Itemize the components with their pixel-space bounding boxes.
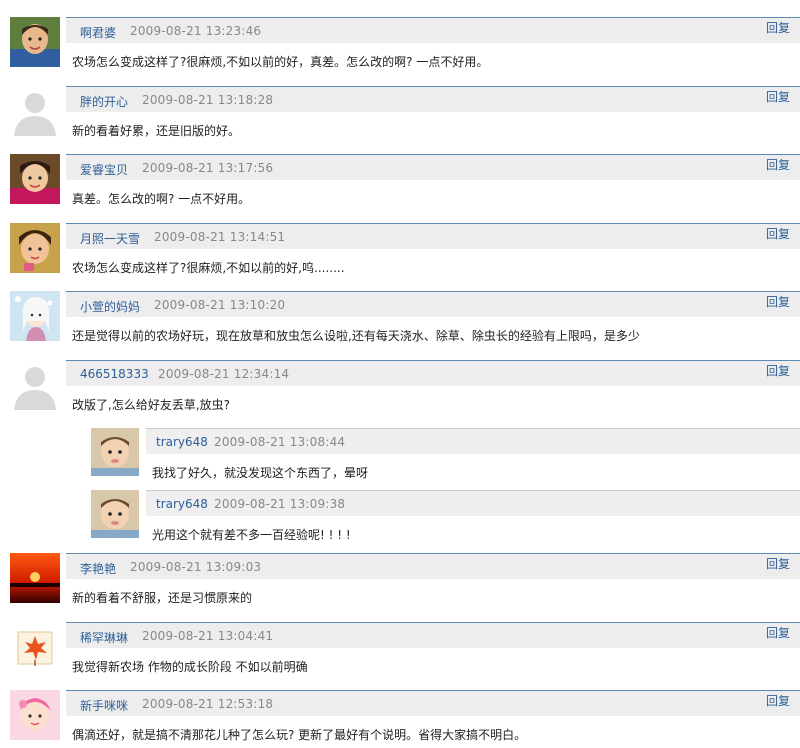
comment-text: 还是觉得以前的农场好玩，现在放草和放虫怎么设啦,还有每天浇水、除草、除虫长的经验… — [72, 329, 640, 343]
comment-text: 我觉得新农场 作物的成长阶段 不如以前明确 — [72, 660, 308, 674]
avatar[interactable] — [10, 360, 60, 410]
avatar[interactable] — [10, 291, 60, 341]
reply-link[interactable]: 回复 — [766, 362, 790, 379]
reply-link[interactable]: 回复 — [766, 692, 790, 709]
username-link[interactable]: trary648 — [156, 497, 208, 511]
avatar[interactable] — [91, 490, 139, 538]
avatar[interactable] — [10, 223, 60, 273]
comment-header: 稀罕琳琳 2009-08-21 13:04:41 回复 — [66, 622, 800, 648]
timestamp: 2009-08-21 13:18:28 — [142, 93, 274, 107]
avatar[interactable] — [10, 690, 60, 740]
avatar[interactable] — [10, 17, 60, 67]
comment-header: 月照一天雪 2009-08-21 13:14:51 回复 — [66, 223, 800, 249]
reply-link[interactable]: 回复 — [766, 555, 790, 572]
reply-link[interactable]: 回复 — [766, 293, 790, 310]
username-link[interactable]: 466518333 — [80, 367, 149, 381]
username-link[interactable]: 李艳艳 — [80, 560, 116, 577]
reply-header: trary648 2009-08-21 13:08:44 — [146, 428, 800, 454]
reply-text: 我找了好久，就没发现这个东西了，晕呀 — [152, 466, 369, 480]
timestamp: 2009-08-21 12:34:14 — [158, 367, 290, 381]
comment-text: 农场怎么变成这样了?很麻烦,不如以前的好，真差。怎么改的啊? 一点不好用。 — [72, 55, 489, 69]
timestamp: 2009-08-21 12:53:18 — [142, 697, 274, 711]
avatar[interactable] — [10, 553, 60, 603]
comment-text: 新的看着不舒服，还是习惯原来的 — [72, 591, 253, 605]
timestamp: 2009-08-21 13:10:20 — [154, 298, 286, 312]
timestamp: 2009-08-21 13:23:46 — [130, 24, 262, 38]
timestamp: 2009-08-21 13:17:56 — [142, 161, 274, 175]
comment-header: 李艳艳 2009-08-21 13:09:03 回复 — [66, 553, 800, 579]
reply-link[interactable]: 回复 — [766, 624, 790, 641]
avatar[interactable] — [10, 86, 60, 136]
avatar[interactable] — [91, 428, 139, 476]
username-link[interactable]: 稀罕琳琳 — [80, 629, 128, 646]
comment-header: 胖的开心 2009-08-21 13:18:28 回复 — [66, 86, 800, 112]
comment-text: 偶滴还好，就是搞不清那花儿种了怎么玩? 更新了最好有个说明。省得大家搞不明白。 — [72, 728, 527, 742]
reply-text: 光用这个就有差不多一百经验呢! ! ! ! — [152, 528, 351, 542]
avatar[interactable] — [10, 154, 60, 204]
reply-link[interactable]: 回复 — [766, 19, 790, 36]
comment-header: 啊君婆 2009-08-21 13:23:46 回复 — [66, 17, 800, 43]
username-link[interactable]: 新手咪咪 — [80, 697, 128, 714]
timestamp: 2009-08-21 13:14:51 — [154, 230, 286, 244]
comment-header: 466518333 2009-08-21 12:34:14 回复 — [66, 360, 800, 386]
comment-text: 真差。怎么改的啊? 一点不好用。 — [72, 192, 251, 206]
comment-text: 改版了,怎么给好友丢草,放虫? — [72, 398, 230, 412]
timestamp: 2009-08-21 13:08:44 — [214, 435, 346, 449]
username-link[interactable]: 月照一天雪 — [80, 230, 140, 247]
timestamp: 2009-08-21 13:09:38 — [214, 497, 346, 511]
comment-header: 新手咪咪 2009-08-21 12:53:18 回复 — [66, 690, 800, 716]
comment-header: 爱睿宝贝 2009-08-21 13:17:56 回复 — [66, 154, 800, 180]
reply-link[interactable]: 回复 — [766, 156, 790, 173]
username-link[interactable]: trary648 — [156, 435, 208, 449]
reply-link[interactable]: 回复 — [766, 88, 790, 105]
comment-header: 小萱的妈妈 2009-08-21 13:10:20 回复 — [66, 291, 800, 317]
username-link[interactable]: 啊君婆 — [80, 24, 116, 41]
comment-text: 农场怎么变成这样了?很麻烦,不如以前的好,呜........ — [72, 261, 345, 275]
reply-header: trary648 2009-08-21 13:09:38 — [146, 490, 800, 516]
comment-text: 新的看着好累，还是旧版的好。 — [72, 124, 241, 138]
timestamp: 2009-08-21 13:09:03 — [130, 560, 262, 574]
avatar[interactable] — [10, 622, 60, 672]
username-link[interactable]: 小萱的妈妈 — [80, 298, 140, 315]
username-link[interactable]: 胖的开心 — [80, 93, 128, 110]
username-link[interactable]: 爱睿宝贝 — [80, 161, 128, 178]
reply-link[interactable]: 回复 — [766, 225, 790, 242]
timestamp: 2009-08-21 13:04:41 — [142, 629, 274, 643]
